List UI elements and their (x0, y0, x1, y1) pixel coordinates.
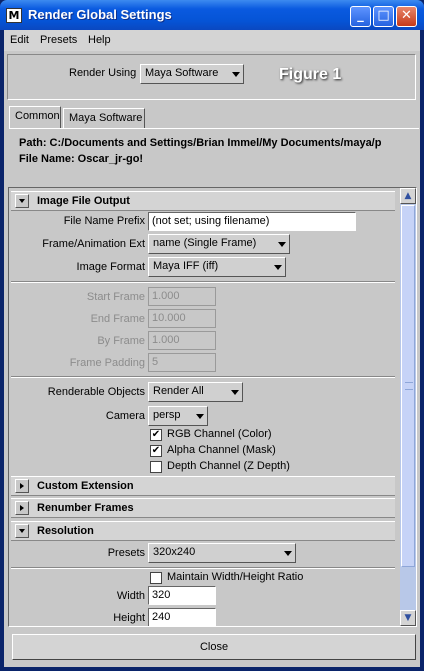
maximize-button[interactable]: □ (373, 6, 394, 27)
divider (11, 567, 395, 569)
scroll-up-button[interactable]: ▲ (400, 188, 416, 204)
resolution-presets-dropdown[interactable]: 320x240 (148, 543, 296, 563)
triangle-right-icon (20, 483, 24, 489)
settings-scroll-panel[interactable]: Image File Output File Name Prefix (not … (8, 187, 417, 627)
section-renumber-frames[interactable]: Renumber Frames (11, 498, 395, 518)
resolution-presets-value: 320x240 (153, 546, 196, 558)
tab-maya-software[interactable]: Maya Software (63, 108, 145, 128)
collapse-toggle[interactable] (15, 194, 29, 208)
image-format-value: Maya IFF (iff) (153, 260, 219, 272)
file-name-prefix-label: File Name Prefix (63, 215, 145, 227)
close-window-button[interactable]: ✕ (396, 6, 417, 27)
menu-presets[interactable]: Presets (40, 34, 77, 46)
chevron-down-icon (278, 242, 286, 247)
camera-dropdown[interactable]: persp (148, 406, 208, 426)
triangle-right-icon (20, 505, 24, 511)
section-title: Resolution (37, 525, 94, 537)
section-title: Image File Output (37, 195, 130, 207)
frame-animation-ext-value: name (Single Frame) (153, 237, 257, 249)
section-custom-extension[interactable]: Custom Extension (11, 476, 395, 496)
render-global-settings-window: M Render Global Settings _ □ ✕ Edit Pres… (0, 0, 424, 671)
output-path: Path: C:/Documents and Settings/Brian Im… (19, 137, 382, 149)
height-field[interactable]: 240 (148, 608, 216, 626)
menu-edit[interactable]: Edit (10, 34, 29, 46)
close-button[interactable]: Close (12, 634, 416, 660)
expand-toggle[interactable] (15, 479, 29, 493)
frame-padding-label: Frame Padding (69, 357, 145, 369)
camera-value: persp (153, 409, 181, 421)
image-format-label: Image Format (76, 261, 145, 273)
renderable-objects-value: Render All (153, 385, 204, 397)
width-field[interactable]: 320 (148, 586, 216, 605)
depth-channel-checkbox[interactable] (150, 461, 162, 473)
divider (11, 281, 395, 283)
file-name-prefix-field[interactable]: (not set; using filename) (148, 212, 356, 231)
expand-toggle[interactable] (15, 501, 29, 515)
height-label: Height (113, 612, 145, 624)
vertical-scrollbar[interactable]: ▲ ▼ (400, 188, 416, 626)
render-using-value: Maya Software (145, 67, 219, 79)
maya-icon[interactable]: M (6, 8, 22, 23)
by-frame-label: By Frame (97, 335, 145, 347)
window-title: Render Global Settings (28, 7, 172, 22)
output-file-name: File Name: Oscar_jr-go! (19, 153, 144, 165)
minimize-button[interactable]: _ (350, 6, 371, 27)
tab-common[interactable]: Common (9, 106, 61, 128)
end-frame-field: 10.000 (148, 309, 216, 328)
section-title: Renumber Frames (37, 502, 134, 514)
chevron-down-icon (274, 265, 282, 270)
alpha-channel-label: Alpha Channel (Mask) (167, 444, 276, 456)
grip-icon (405, 382, 413, 390)
frame-padding-field: 5 (148, 353, 216, 372)
divider (11, 376, 395, 378)
presets-label: Presets (107, 547, 145, 559)
chevron-down-icon (231, 390, 239, 395)
scrollbar-thumb[interactable] (401, 205, 415, 567)
frame-animation-ext-dropdown[interactable]: name (Single Frame) (148, 234, 290, 254)
chevron-down-icon (232, 72, 240, 77)
render-using-dropdown[interactable]: Maya Software (140, 64, 244, 84)
camera-label: Camera (105, 410, 145, 422)
collapse-toggle[interactable] (15, 524, 29, 538)
width-label: Width (116, 590, 145, 602)
by-frame-field: 1.000 (148, 331, 216, 350)
render-using-label: Render Using (69, 67, 137, 79)
renderable-objects-dropdown[interactable]: Render All (148, 382, 243, 402)
section-image-file-output[interactable]: Image File Output (11, 191, 395, 211)
renderable-objects-label: Renderable Objects (47, 386, 145, 398)
menu-bar: Edit Presets Help (4, 30, 420, 51)
section-resolution[interactable]: Resolution (11, 521, 395, 541)
rgb-channel-checkbox[interactable]: ✔ (150, 429, 162, 441)
rgb-channel-label: RGB Channel (Color) (167, 428, 272, 440)
frame-animation-ext-label: Frame/Animation Ext (42, 238, 145, 250)
maintain-ratio-label: Maintain Width/Height Ratio (167, 571, 304, 583)
menu-help[interactable]: Help (88, 34, 111, 46)
image-format-dropdown[interactable]: Maya IFF (iff) (148, 257, 286, 277)
triangle-down-icon (19, 199, 25, 203)
chevron-down-icon (284, 551, 292, 556)
triangle-down-icon (19, 529, 25, 533)
start-frame-field: 1.000 (148, 287, 216, 306)
figure-watermark: Figure 1 (279, 66, 342, 83)
end-frame-label: End Frame (90, 313, 145, 325)
start-frame-label: Start Frame (86, 291, 145, 303)
maintain-ratio-checkbox[interactable] (150, 572, 162, 584)
window-client-area: Edit Presets Help Render Using Maya Soft… (4, 30, 420, 667)
scroll-down-button[interactable]: ▼ (400, 610, 416, 626)
alpha-channel-checkbox[interactable]: ✔ (150, 445, 162, 457)
title-bar[interactable]: M Render Global Settings _ □ ✕ (0, 0, 424, 30)
chevron-down-icon (196, 414, 204, 419)
path-info: Path: C:/Documents and Settings/Brian Im… (9, 128, 419, 177)
section-title: Custom Extension (37, 480, 134, 492)
depth-channel-label: Depth Channel (Z Depth) (167, 460, 290, 472)
